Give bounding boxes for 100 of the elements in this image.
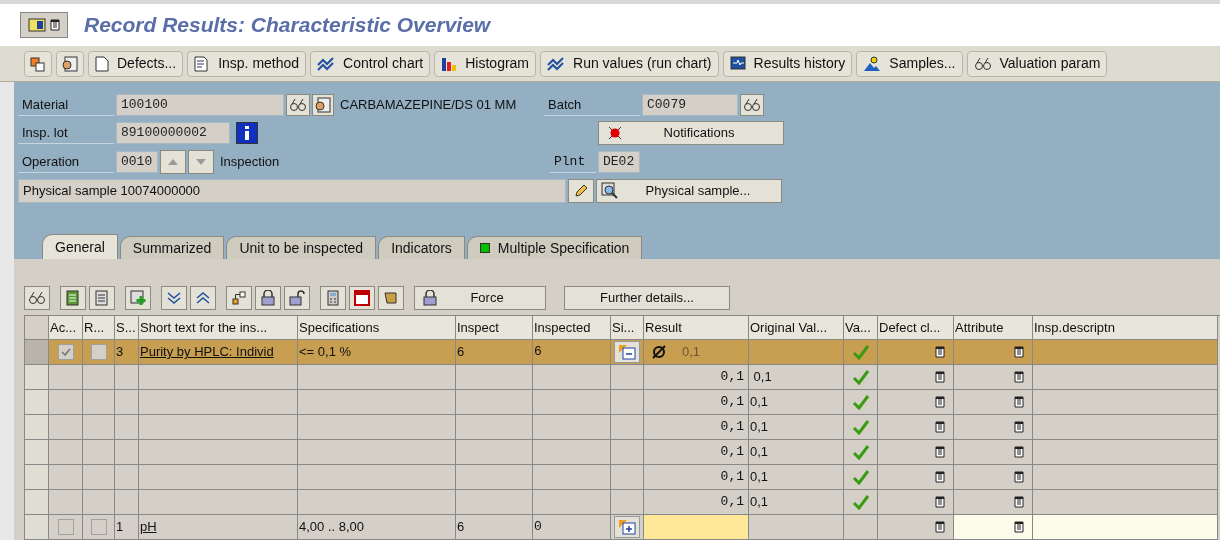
further-details-button[interactable]: Further details... — [564, 286, 730, 310]
column-header[interactable]: Original Val... — [749, 316, 844, 340]
document-icon — [1014, 521, 1024, 533]
row-selector[interactable] — [25, 365, 49, 390]
checkbox[interactable] — [57, 519, 74, 535]
table-cell — [83, 465, 115, 490]
column-header[interactable]: Va... — [844, 316, 878, 340]
description-input[interactable] — [1033, 515, 1218, 540]
glasses-icon — [289, 98, 307, 112]
row-selector[interactable] — [25, 515, 49, 540]
bar-chart-icon — [441, 55, 458, 72]
material-field[interactable]: 100100 — [116, 94, 284, 116]
deselect-button[interactable] — [89, 286, 115, 310]
document-icon — [935, 421, 945, 433]
tab[interactable]: Multiple Specification — [466, 236, 643, 259]
column-header[interactable]: R... — [83, 316, 115, 340]
glasses-icon — [743, 98, 761, 112]
unlock-button[interactable] — [284, 286, 310, 310]
column-header[interactable]: Insp.descriptn — [1033, 316, 1218, 340]
mountain-icon — [863, 55, 882, 72]
column-header[interactable]: Short text for the ins... — [139, 316, 298, 340]
toolbar-icon-button[interactable] — [56, 50, 84, 77]
row-selector[interactable] — [25, 440, 49, 465]
physical-sample-button[interactable]: Physical sample... — [596, 179, 782, 203]
toolbar-button[interactable]: Defects... — [88, 50, 184, 77]
calendar-button[interactable] — [349, 286, 375, 310]
display-button[interactable] — [312, 94, 334, 116]
search-help-button[interactable] — [740, 94, 764, 116]
column-header[interactable]: Specifications — [298, 316, 456, 340]
row-selector[interactable] — [25, 415, 49, 440]
detail-button[interactable] — [24, 286, 50, 310]
toolbar-button[interactable]: Histogram — [434, 50, 537, 77]
notifications-button[interactable]: Notifications — [598, 121, 784, 145]
tab[interactable]: Summarized — [119, 236, 225, 259]
row-selector[interactable] — [25, 390, 49, 415]
row-selector[interactable] — [25, 340, 49, 365]
hierarchy-button[interactable] — [226, 286, 252, 310]
document-icon — [1014, 446, 1024, 458]
row-selector[interactable] — [25, 490, 49, 515]
characteristic-link[interactable]: Purity by HPLC: Individ — [140, 342, 274, 362]
tab[interactable]: Indicators — [378, 236, 465, 259]
check-icon — [851, 444, 870, 460]
checkbox[interactable] — [57, 344, 74, 360]
table-cell — [83, 390, 115, 415]
toolbar-icon-button[interactable] — [24, 50, 52, 77]
edit-button[interactable] — [568, 179, 594, 203]
column-header[interactable]: Defect cl... — [878, 316, 954, 340]
characteristic-link[interactable]: pH — [140, 517, 157, 537]
toolbar-button[interactable]: Control chart — [310, 50, 431, 77]
up-button[interactable] — [160, 150, 186, 174]
table-cell: 1 — [115, 515, 139, 540]
tab[interactable]: General — [42, 234, 118, 259]
window-title: Record Results: Characteristic Overview — [84, 12, 491, 39]
toolbar-button[interactable]: Results history — [722, 50, 853, 77]
force-button[interactable]: Force — [414, 286, 546, 310]
tab[interactable]: Unit to be inspected — [226, 236, 377, 259]
table-cell — [611, 390, 644, 415]
batch-field[interactable]: C0079 — [642, 94, 738, 116]
column-header[interactable]: Result — [644, 316, 749, 340]
menu-button[interactable] — [20, 12, 68, 38]
toolbar-button[interactable]: Valuation param — [966, 50, 1108, 77]
toolbar-button[interactable]: Insp. method — [187, 50, 307, 77]
add-button[interactable] — [125, 286, 151, 310]
select-all-corner[interactable] — [25, 316, 49, 340]
document-icon — [935, 396, 945, 408]
lock-button[interactable] — [255, 286, 281, 310]
check-icon — [59, 346, 72, 358]
pencil-icon — [573, 183, 589, 199]
table-cell: 0,1 — [644, 415, 749, 440]
select-all-button[interactable] — [60, 286, 86, 310]
document-icon — [935, 371, 945, 383]
row-selector[interactable] — [25, 465, 49, 490]
toolbar-button[interactable]: Samples... — [856, 50, 963, 77]
plant-field[interactable]: DE02 — [598, 151, 640, 173]
physical-sample-field[interactable]: Physical sample 10074000000 — [18, 179, 566, 203]
down-button[interactable] — [188, 150, 214, 174]
column-header[interactable]: Inspected — [533, 316, 611, 340]
calculator-button[interactable] — [320, 286, 346, 310]
column-header[interactable]: Ac... — [49, 316, 83, 340]
column-header[interactable]: S... — [115, 316, 139, 340]
document-icon — [1014, 396, 1024, 408]
expand-button[interactable] — [190, 286, 216, 310]
scroll-button[interactable] — [378, 286, 404, 310]
collapse-button[interactable] — [161, 286, 187, 310]
column-header[interactable]: Inspect — [456, 316, 533, 340]
table-cell — [49, 465, 83, 490]
inspection-lot-field[interactable]: 89100000002 — [116, 122, 230, 144]
search-help-button[interactable] — [286, 94, 310, 116]
column-header[interactable]: Si... — [611, 316, 644, 340]
toolbar-button[interactable]: Run values (run chart) — [540, 50, 719, 77]
info-button[interactable] — [236, 122, 258, 144]
checkbox[interactable] — [90, 344, 107, 360]
result-input[interactable] — [644, 515, 749, 540]
document-icon — [935, 346, 945, 358]
document-icon — [50, 19, 60, 31]
column-header[interactable]: Attribute — [954, 316, 1033, 340]
operation-field[interactable]: 0010 — [116, 151, 158, 173]
unlocked-icon — [289, 290, 305, 306]
checkbox[interactable] — [90, 519, 107, 535]
table-cell — [83, 440, 115, 465]
